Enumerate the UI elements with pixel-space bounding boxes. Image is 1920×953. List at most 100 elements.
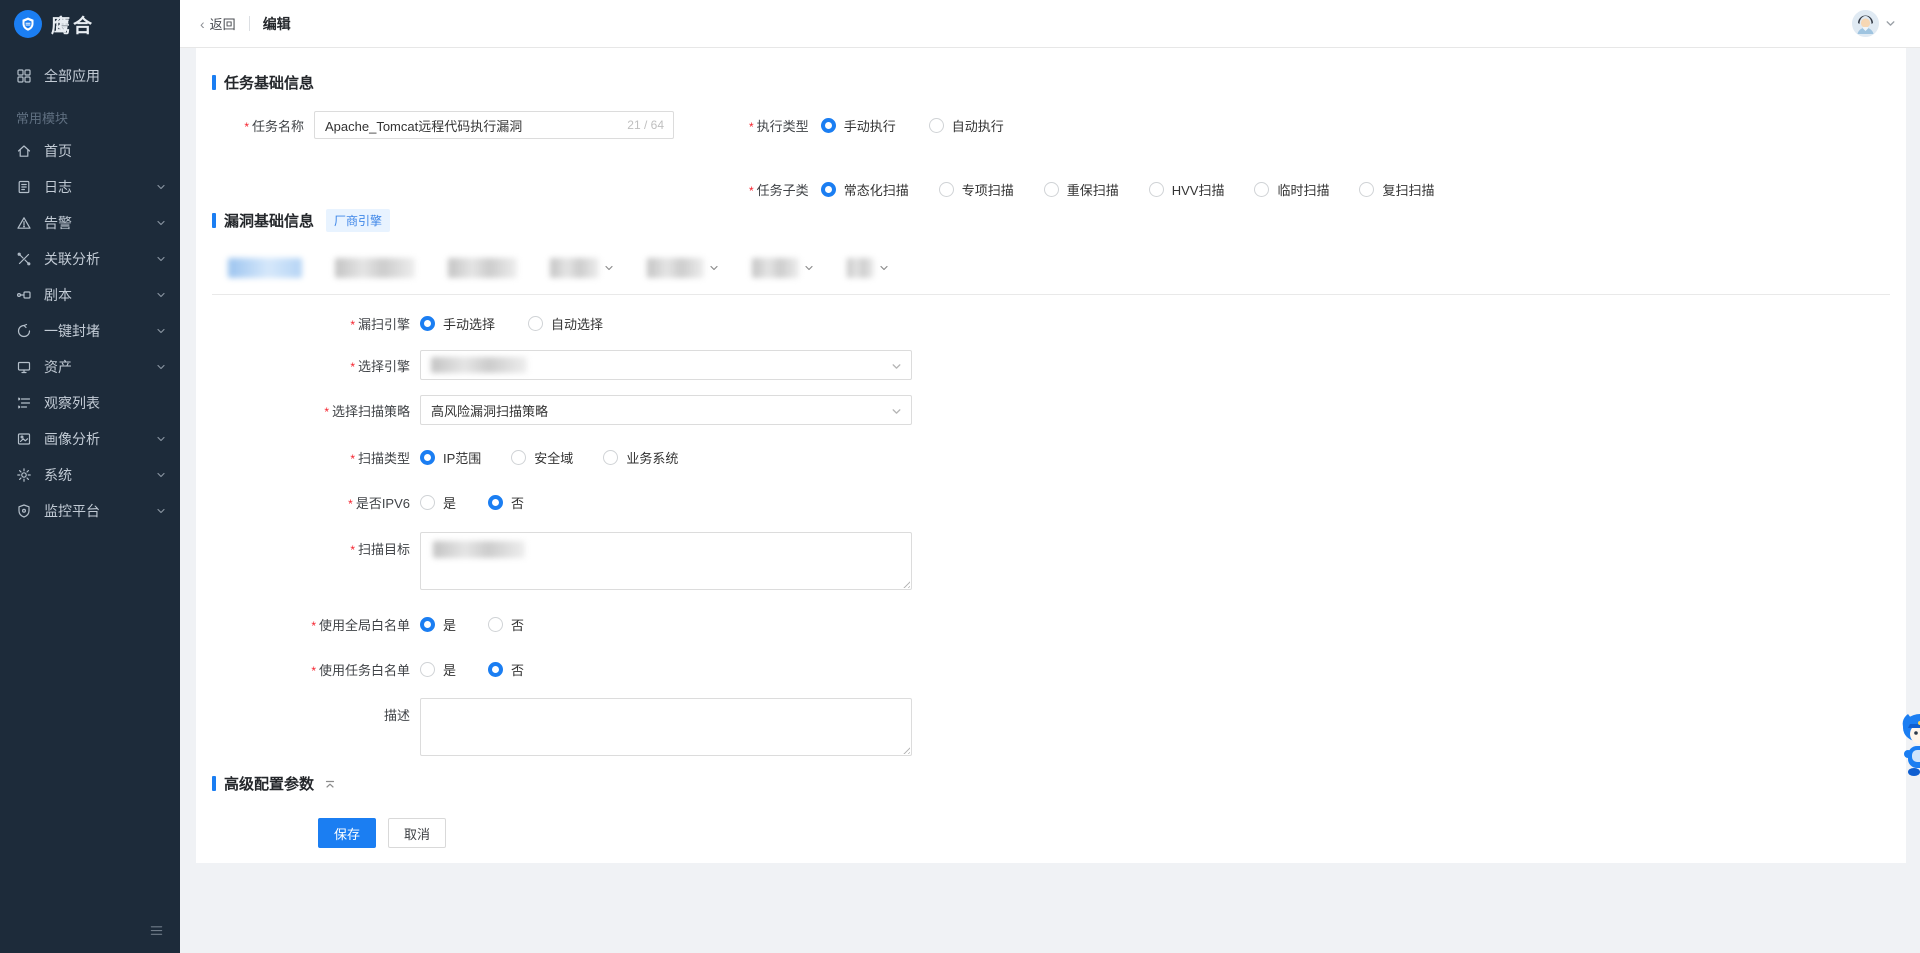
sidebar-item-correlation[interactable]: 关联分析 (0, 241, 180, 277)
redacted-text (550, 258, 599, 278)
radio-subtype-hvv[interactable]: HVV扫描 (1149, 180, 1225, 199)
topbar: ‹ 返回 编辑 (180, 0, 1920, 48)
radio-icon (1149, 182, 1164, 197)
radio-subtype-zhongbao[interactable]: 重保扫描 (1044, 180, 1119, 199)
radio-manual-select[interactable]: 手动选择 (420, 314, 495, 333)
task-subtype-row: *任务子类 常态化扫描 专项扫描 重保扫描 HVV扫描 临时扫描 复扫扫描 (749, 174, 1435, 204)
tab-redacted-active[interactable] (228, 258, 302, 278)
chevron-down-icon (156, 506, 166, 516)
sidebar-item-label: 监控平台 (44, 501, 156, 521)
sidebar: 鹰合 全部应用 常用模块 首页 日志 告警 (0, 0, 180, 953)
exec-type-row: *执行类型 手动执行 自动执行 (749, 110, 1004, 140)
global-whitelist-label: *使用全局白名单 (212, 615, 410, 634)
redacted-text (448, 258, 517, 278)
sidebar-item-label: 日志 (44, 177, 156, 197)
radio-global-whitelist-no[interactable]: 否 (488, 615, 524, 634)
radio-manual-exec[interactable]: 手动执行 (821, 116, 896, 135)
sidebar-item-monitor-platform[interactable]: 监控平台 (0, 493, 180, 529)
radio-subtype-temp[interactable]: 临时扫描 (1254, 180, 1329, 199)
expand-section-icon[interactable] (324, 778, 336, 790)
sidebar-item-logs[interactable]: 日志 (0, 169, 180, 205)
select-engine-row: *选择引擎 (212, 350, 912, 380)
sidebar-item-assets[interactable]: 资产 (0, 349, 180, 385)
sidebar-item-label: 一键封堵 (44, 321, 156, 341)
radio-business-system[interactable]: 业务系统 (603, 448, 678, 467)
main-area: ‹ 返回 编辑 任务基础信息 *任务名称 (180, 0, 1920, 953)
radio-subtype-normal[interactable]: 常态化扫描 (821, 180, 909, 199)
radio-ip-range[interactable]: IP范围 (420, 448, 481, 467)
radio-subtype-special[interactable]: 专项扫描 (939, 180, 1014, 199)
radio-task-whitelist-no[interactable]: 否 (488, 660, 524, 679)
tab-redacted[interactable] (448, 258, 517, 278)
redacted-text (847, 258, 874, 278)
chevron-down-icon (156, 290, 166, 300)
sidebar-item-label: 资产 (44, 357, 156, 377)
chevron-down-icon (891, 361, 902, 372)
user-avatar[interactable] (1852, 10, 1879, 37)
content: 任务基础信息 *任务名称 21 / 64 *执行类型 手动执行 自动执行 (180, 48, 1920, 953)
radio-selected-icon (488, 662, 503, 677)
chevron-down-icon (804, 263, 814, 273)
edit-form-card: 任务基础信息 *任务名称 21 / 64 *执行类型 手动执行 自动执行 (196, 48, 1906, 863)
sidebar-item-block[interactable]: 一键封堵 (0, 313, 180, 349)
radio-selected-icon (488, 495, 503, 510)
radio-icon (420, 495, 435, 510)
page-title: 编辑 (263, 14, 291, 34)
save-button[interactable]: 保存 (318, 818, 376, 848)
sidebar-item-label: 全部应用 (44, 66, 166, 86)
radio-task-whitelist-yes[interactable]: 是 (420, 660, 456, 679)
sidebar-collapse-icon[interactable] (149, 923, 164, 941)
sidebar-item-alerts[interactable]: 告警 (0, 205, 180, 241)
radio-auto-select[interactable]: 自动选择 (528, 314, 603, 333)
radio-icon (488, 617, 503, 632)
sidebar-item-home[interactable]: 首页 (0, 133, 180, 169)
topbar-divider (249, 16, 250, 31)
sidebar-item-watchlist[interactable]: 观察列表 (0, 385, 180, 421)
engine-select[interactable] (420, 350, 912, 380)
radio-global-whitelist-yes[interactable]: 是 (420, 615, 456, 634)
scan-policy-select[interactable]: 高风险漏洞扫描策略 (420, 395, 912, 425)
task-name-input[interactable] (315, 112, 673, 138)
radio-selected-icon (821, 118, 836, 133)
sidebar-item-label: 观察列表 (44, 393, 166, 413)
radio-icon (1044, 182, 1059, 197)
radio-ipv6-yes[interactable]: 是 (420, 493, 456, 512)
chevron-down-icon[interactable] (1885, 18, 1896, 29)
radio-subtype-rescan[interactable]: 复扫扫描 (1359, 180, 1434, 199)
sidebar-item-label: 系统 (44, 465, 156, 485)
radio-security-domain[interactable]: 安全域 (511, 448, 573, 467)
chevron-down-icon (879, 263, 889, 273)
radio-icon (528, 316, 543, 331)
description-textarea-wrap (420, 698, 912, 756)
app-root: 鹰合 全部应用 常用模块 首页 日志 告警 (0, 0, 1920, 953)
tab-redacted[interactable] (752, 258, 814, 278)
brand-logo[interactable]: 鹰合 (0, 0, 180, 48)
tab-redacted[interactable] (647, 258, 719, 278)
radio-auto-exec[interactable]: 自动执行 (929, 116, 1004, 135)
description-textarea[interactable] (421, 699, 911, 755)
cancel-button[interactable]: 取消 (388, 818, 446, 848)
radio-ipv6-no[interactable]: 否 (488, 493, 524, 512)
sidebar-item-label: 告警 (44, 213, 156, 233)
section-bar (212, 213, 216, 228)
vendor-engine-tag: 厂商引擎 (326, 209, 390, 232)
grid-icon (16, 68, 32, 84)
radio-icon (511, 450, 526, 465)
sidebar-item-playbook[interactable]: 剧本 (0, 277, 180, 313)
sidebar-item-all-apps[interactable]: 全部应用 (0, 58, 180, 94)
engine-mode-label: *漏扫引擎 (212, 314, 410, 333)
sidebar-item-system[interactable]: 系统 (0, 457, 180, 493)
tab-redacted[interactable] (847, 258, 889, 278)
chevron-down-icon (156, 254, 166, 264)
radio-selected-icon (420, 450, 435, 465)
form-actions: 保存 取消 (318, 818, 446, 848)
chevron-down-icon (156, 362, 166, 372)
sidebar-item-profile-analysis[interactable]: 画像分析 (0, 421, 180, 457)
redacted-text (228, 258, 302, 278)
tab-redacted[interactable] (335, 258, 415, 278)
tab-redacted[interactable] (550, 258, 614, 278)
chevron-down-icon (156, 434, 166, 444)
section-basic-info: 任务基础信息 (212, 72, 314, 93)
back-button[interactable]: ‹ 返回 (200, 14, 236, 33)
chevron-down-icon (709, 263, 719, 273)
